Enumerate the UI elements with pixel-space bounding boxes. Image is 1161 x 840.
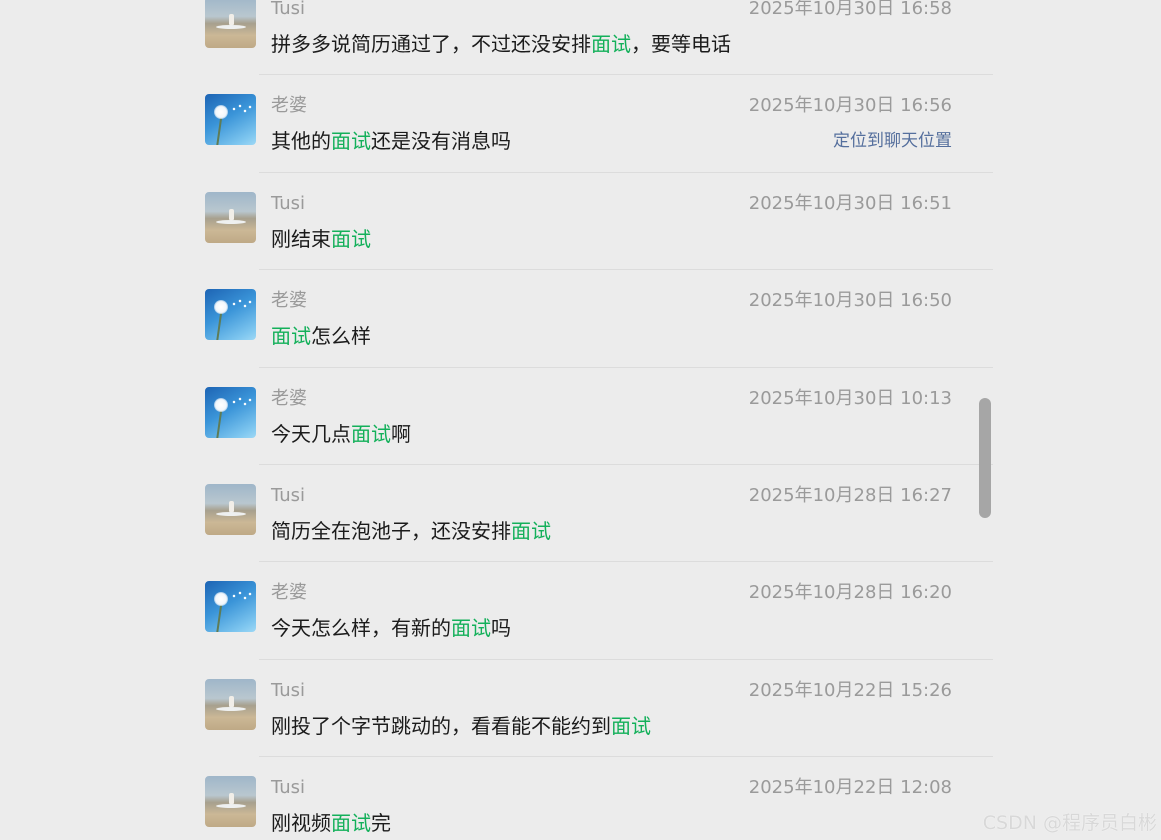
sender-name: 老婆: [271, 387, 307, 409]
message-timestamp: 2025年10月28日 16:20: [748, 582, 952, 604]
keyword-highlight: 面试: [591, 32, 631, 56]
keyword-highlight: 面试: [331, 811, 371, 836]
message-timestamp: 2025年10月30日 16:58: [748, 0, 952, 19]
divider: [259, 561, 993, 563]
message-timestamp: 2025年10月22日 12:08: [748, 777, 952, 799]
message-text-segment: 吗: [491, 616, 511, 641]
message-text: 今天怎么样，有新的面试吗: [271, 614, 511, 642]
message-text-segment: 今天怎么样，有新的: [271, 616, 451, 641]
message-text-segment: 今天几点: [271, 421, 351, 446]
message-text-segment: 其他的: [271, 129, 331, 154]
locate-in-chat-link[interactable]: 定位到聊天位置: [833, 129, 952, 153]
search-results-list: Tusi 2025年10月30日 16:58 拼多多说简历通过了，不过还没安排面试，…: [205, 0, 993, 840]
sender-name: Tusi: [271, 0, 306, 19]
dandelion-avatar[interactable]: [205, 94, 256, 146]
sender-name: Tusi: [271, 777, 306, 799]
message-text: 其他的面试还是没有消息吗: [271, 127, 511, 155]
message-timestamp: 2025年10月22日 15:26: [748, 679, 952, 701]
message-text-segment: ，要等电话: [631, 32, 731, 56]
message-text-segment: 简历全在泡池子，还没安排: [271, 518, 511, 543]
search-result-item[interactable]: Tusi 2025年10月22日 12:08 刚视频面试完: [205, 776, 993, 840]
message-text-segment: 怎么样: [311, 324, 371, 349]
message-text: 面试怎么样: [271, 322, 371, 350]
search-result-item[interactable]: Tusi 2025年10月30日 16:51 刚结束面试: [205, 191, 993, 289]
sender-name: Tusi: [271, 484, 306, 506]
divider: [259, 171, 993, 173]
beach-photo-avatar[interactable]: [205, 776, 256, 828]
message-timestamp: 2025年10月30日 16:56: [748, 95, 952, 117]
message-timestamp: 2025年10月28日 16:27: [748, 484, 952, 506]
keyword-highlight: 面试: [331, 129, 371, 154]
sender-name: Tusi: [271, 679, 306, 701]
sender-name: Tusi: [271, 192, 306, 214]
message-text: 简历全在泡池子，还没安排面试: [271, 517, 551, 545]
search-result-item[interactable]: 老婆 2025年10月30日 10:13 今天几点面试啊: [205, 386, 993, 484]
beach-photo-avatar[interactable]: [205, 678, 256, 730]
search-result-item[interactable]: 老婆 2025年10月30日 16:50 面试怎么样: [205, 289, 993, 386]
keyword-highlight: 面试: [511, 518, 551, 543]
keyword-highlight: 面试: [351, 421, 391, 446]
message-text-segment: 完: [371, 811, 391, 836]
keyword-highlight: 面试: [611, 713, 651, 738]
dandelion-avatar[interactable]: [205, 289, 256, 341]
message-text-segment: 拼多多说简历通过了，不过还没安排: [271, 32, 591, 56]
message-text: 今天几点面试啊: [271, 420, 411, 448]
watermark: CSDN @程序员白彬: [982, 812, 1157, 834]
search-result-item[interactable]: Tusi 2025年10月28日 16:27 简历全在泡池子，还没安排面试: [205, 483, 993, 581]
message-timestamp: 2025年10月30日 16:51: [748, 192, 952, 214]
search-result-item[interactable]: 老婆 2025年10月28日 16:20 今天怎么样，有新的面试吗: [205, 581, 993, 678]
message-text-segment: 刚投了个字节跳动的，看看能不能约到: [271, 713, 611, 738]
message-text-segment: 刚结束: [271, 226, 331, 251]
chat-search-results-window: Tusi 2025年10月30日 16:58 拼多多说简历通过了，不过还没安排面试，…: [0, 0, 1161, 840]
search-result-item[interactable]: Tusi 2025年10月30日 16:58 拼多多说简历通过了，不过还没安排面试，…: [205, 0, 993, 94]
beach-photo-avatar[interactable]: [205, 191, 256, 243]
dandelion-avatar[interactable]: [205, 386, 256, 438]
scrollbar-thumb[interactable]: [979, 398, 991, 518]
message-text: 刚结束面试: [271, 225, 371, 253]
sender-name: 老婆: [271, 290, 307, 312]
beach-photo-avatar[interactable]: [205, 483, 256, 535]
divider: [259, 658, 993, 660]
keyword-highlight: 面试: [451, 616, 491, 641]
message-text-segment: 刚视频: [271, 811, 331, 836]
dandelion-avatar[interactable]: [205, 581, 256, 633]
divider: [259, 463, 993, 465]
search-result-item[interactable]: 老婆 2025年10月30日 16:56 其他的面试还是没有消息吗 定位到聊天位置: [205, 94, 993, 191]
message-timestamp: 2025年10月30日 10:13: [748, 387, 952, 409]
message-timestamp: 2025年10月30日 16:50: [748, 290, 952, 312]
sender-name: 老婆: [271, 95, 307, 117]
keyword-highlight: 面试: [271, 324, 311, 349]
search-result-item[interactable]: Tusi 2025年10月22日 15:26 刚投了个字节跳动的，看看能不能约到面试: [205, 678, 993, 776]
message-text: 刚投了个字节跳动的，看看能不能约到面试: [271, 712, 651, 740]
keyword-highlight: 面试: [331, 226, 371, 251]
message-text-segment: 啊: [391, 421, 411, 446]
divider: [259, 366, 993, 368]
sender-name: 老婆: [271, 582, 307, 604]
divider: [259, 74, 993, 76]
beach-photo-avatar[interactable]: [205, 0, 256, 48]
message-text: 刚视频面试完: [271, 809, 391, 837]
divider: [259, 756, 993, 758]
message-text-segment: 还是没有消息吗: [371, 129, 511, 154]
message-text: 拼多多说简历通过了，不过还没安排面试，要等电话: [271, 30, 731, 58]
divider: [259, 269, 993, 271]
